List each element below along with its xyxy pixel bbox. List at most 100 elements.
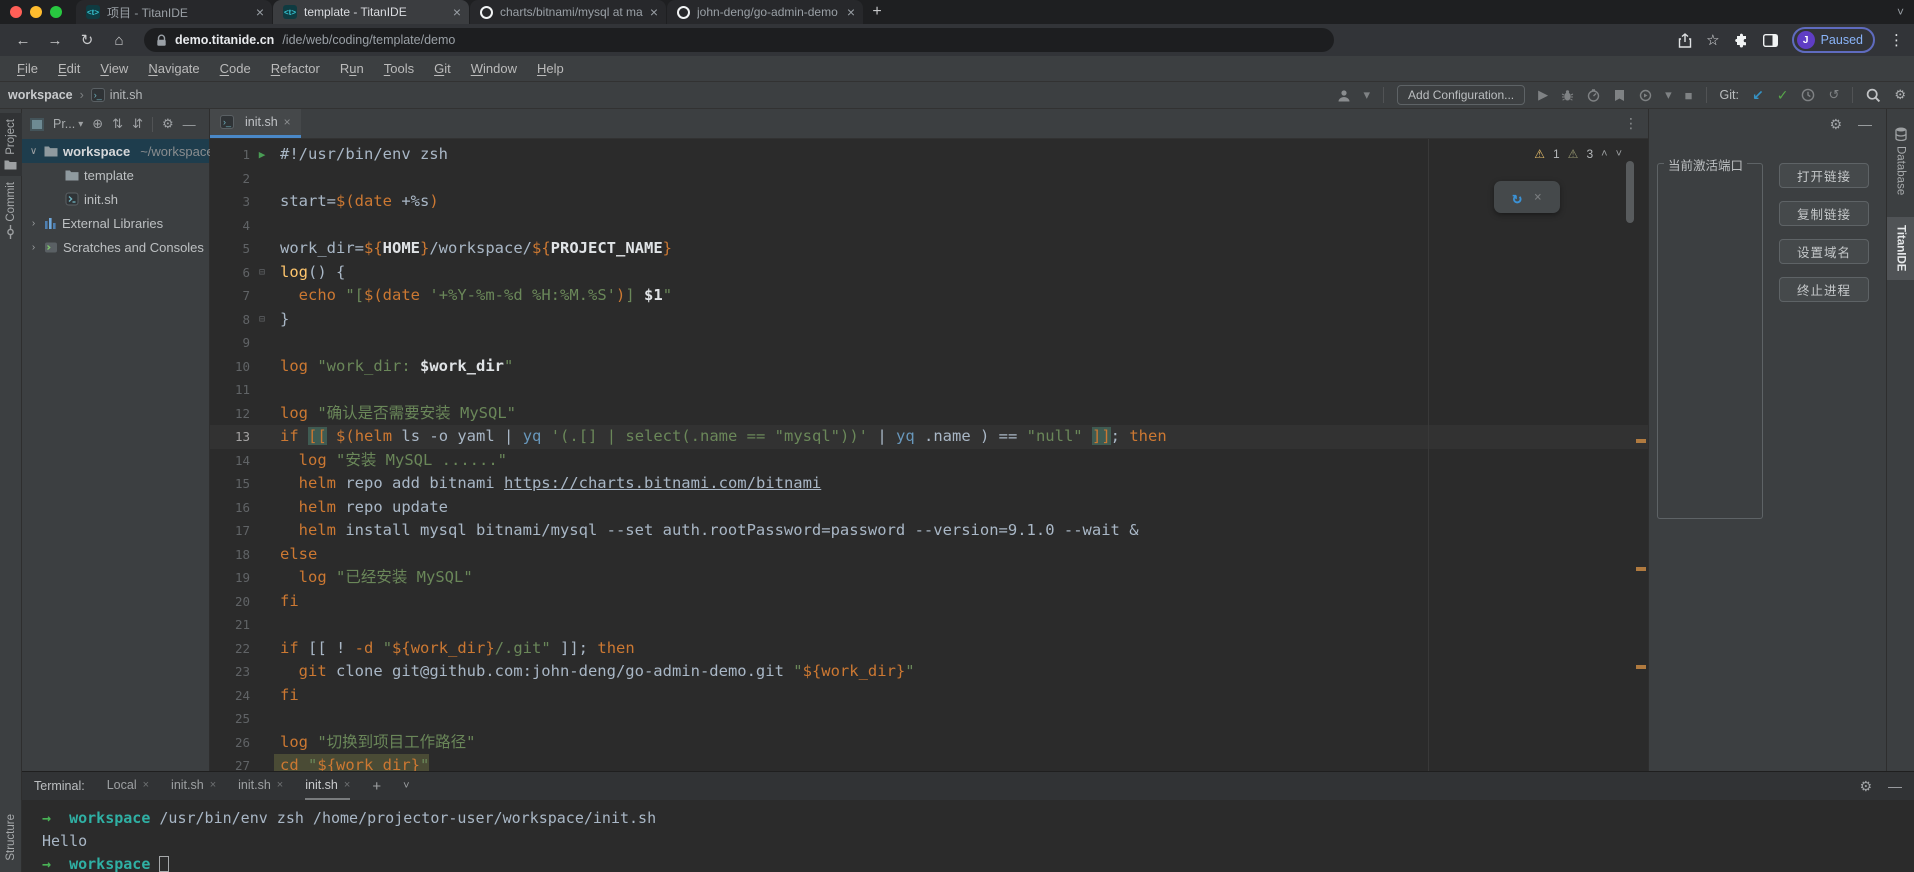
code-line[interactable]: 11: [210, 378, 1648, 402]
fold-icon[interactable]: ⊟: [250, 308, 274, 332]
breadcrumb-file[interactable]: init.sh: [110, 88, 143, 102]
code-line[interactable]: 25: [210, 707, 1648, 731]
add-configuration-button[interactable]: Add Configuration...: [1397, 85, 1525, 105]
code-line[interactable]: 1▶#!/usr/bin/env zsh: [210, 143, 1648, 167]
profiler-icon[interactable]: [1587, 89, 1600, 102]
code-line[interactable]: 12log "确认是否需要安装 MySQL": [210, 402, 1648, 426]
code-line[interactable]: 7 echo "[$(date '+%Y-%m-%d %H:%M.%S')] $…: [210, 284, 1648, 308]
code-line[interactable]: 20fi: [210, 590, 1648, 614]
tab-search-chevron-icon[interactable]: ˅: [1897, 0, 1904, 24]
prev-problem-icon[interactable]: ˄: [1601, 148, 1607, 160]
tree-item-workspace[interactable]: ∨workspace~/workspace: [22, 139, 209, 163]
copy-link-button[interactable]: 复制链接: [1779, 201, 1869, 226]
set-domain-button[interactable]: 设置域名: [1779, 239, 1869, 264]
tree-item-init-sh[interactable]: init.sh: [22, 187, 209, 211]
coverage-icon[interactable]: [1613, 89, 1626, 102]
code-line[interactable]: 4: [210, 214, 1648, 238]
kill-process-button[interactable]: 终止进程: [1779, 277, 1869, 302]
tab-close-icon[interactable]: ×: [453, 5, 461, 19]
tree-item-scratches-and-consoles[interactable]: ›Scratches and Consoles: [22, 235, 209, 259]
search-icon[interactable]: [1866, 88, 1881, 103]
code-line[interactable]: 19 log "已经安装 MySQL": [210, 566, 1648, 590]
hide-panel-icon[interactable]: —: [1888, 778, 1902, 795]
reload-file-popup[interactable]: ↻ ×: [1494, 181, 1560, 213]
reload-icon[interactable]: ↻: [74, 27, 100, 53]
terminal-tab-init-sh[interactable]: init.sh×: [305, 772, 350, 800]
tool-window-project[interactable]: Project: [0, 113, 22, 176]
code-line[interactable]: 2: [210, 167, 1648, 191]
browser-tab[interactable]: <t>template - TitanIDE×: [273, 0, 469, 24]
menu-item-window[interactable]: Window: [462, 59, 526, 78]
run-line-icon[interactable]: ▶: [250, 143, 274, 167]
code-line[interactable]: 24fi: [210, 684, 1648, 708]
locate-file-icon[interactable]: ⊕: [92, 116, 103, 132]
back-icon[interactable]: ←: [10, 27, 36, 53]
settings-gear-icon[interactable]: ⚙: [1859, 778, 1872, 795]
code-line[interactable]: 9: [210, 331, 1648, 355]
editor-tab-init-sh[interactable]: ›_ init.sh ×: [210, 109, 301, 138]
error-stripe-mark[interactable]: [1636, 665, 1646, 669]
close-icon[interactable]: ×: [1534, 190, 1542, 205]
extensions-icon[interactable]: [1734, 33, 1749, 48]
stop-icon[interactable]: ■: [1685, 88, 1693, 103]
browser-tab[interactable]: john-deng/go-admin-demo×: [667, 0, 863, 24]
tab-close-icon[interactable]: ×: [847, 5, 855, 19]
editor-tab-options-icon[interactable]: ⋮: [1624, 115, 1648, 138]
collapse-all-icon[interactable]: ⇵: [132, 116, 143, 132]
profile-chip[interactable]: J Paused: [1792, 27, 1875, 53]
new-terminal-icon[interactable]: +: [372, 778, 381, 795]
code-line[interactable]: 26log "切换到项目工作路径": [210, 731, 1648, 755]
code-line[interactable]: 22if [[ ! -d "${work_dir}/.git" ]]; then: [210, 637, 1648, 661]
menu-item-edit[interactable]: Edit: [49, 59, 89, 78]
menu-item-run[interactable]: Run: [331, 59, 373, 78]
share-icon[interactable]: [1678, 33, 1692, 48]
code-line[interactable]: 18else: [210, 543, 1648, 567]
chevron-right-icon[interactable]: ›: [28, 218, 39, 229]
tool-window-database[interactable]: Database: [1887, 119, 1914, 203]
window-close-icon[interactable]: [10, 6, 22, 18]
tool-window-commit[interactable]: Commit: [0, 176, 22, 246]
code-line[interactable]: 17 helm install mysql bitnami/mysql --se…: [210, 519, 1648, 543]
git-history-clock-icon[interactable]: [1801, 88, 1815, 102]
hide-panel-icon[interactable]: —: [1858, 116, 1872, 132]
chevron-right-icon[interactable]: ›: [28, 242, 39, 253]
browser-tab[interactable]: charts/bitnami/mysql at maste×: [470, 0, 666, 24]
menu-item-navigate[interactable]: Navigate: [139, 59, 208, 78]
code-line[interactable]: 21: [210, 613, 1648, 637]
debug-icon[interactable]: [1561, 89, 1574, 102]
menu-item-code[interactable]: Code: [211, 59, 260, 78]
bookmark-star-icon[interactable]: ☆: [1706, 31, 1719, 49]
user-icon[interactable]: [1337, 89, 1351, 102]
menu-item-help[interactable]: Help: [528, 59, 573, 78]
code-line[interactable]: 16 helm repo update: [210, 496, 1648, 520]
code-line[interactable]: 5work_dir=${HOME}/workspace/${PROJECT_NA…: [210, 237, 1648, 261]
terminal-tab-init-sh[interactable]: init.sh×: [238, 772, 283, 800]
code-line[interactable]: 8⊟}: [210, 308, 1648, 332]
settings-gear-icon[interactable]: ⚙: [1894, 87, 1906, 103]
code-line[interactable]: 15 helm repo add bitnami https://charts.…: [210, 472, 1648, 496]
new-tab-button[interactable]: +: [864, 0, 890, 24]
code-line[interactable]: 14 log "安装 MySQL ......": [210, 449, 1648, 473]
fold-icon[interactable]: ⊟: [250, 261, 274, 285]
hide-panel-icon[interactable]: —: [183, 117, 196, 132]
side-panel-icon[interactable]: [1763, 34, 1778, 47]
menu-item-refactor[interactable]: Refactor: [262, 59, 329, 78]
inspection-widget[interactable]: ⚠1 ⚠3 ˄ ˅: [1534, 147, 1622, 161]
code-line[interactable]: 3start=$(date +%s): [210, 190, 1648, 214]
tree-item-template[interactable]: template: [22, 163, 209, 187]
run-options-caret-icon[interactable]: ▾: [1665, 87, 1672, 103]
browser-tab[interactable]: <t>项目 - TitanIDE×: [76, 0, 272, 24]
sync-icon[interactable]: ↻: [1512, 188, 1522, 207]
code-line[interactable]: 27cd "${work_dir}": [210, 754, 1648, 771]
next-problem-icon[interactable]: ˅: [1616, 148, 1622, 160]
window-minimize-icon[interactable]: [30, 6, 42, 18]
menu-item-file[interactable]: File: [8, 59, 47, 78]
tab-close-icon[interactable]: ×: [143, 779, 149, 791]
code-line[interactable]: 6⊟log() {: [210, 261, 1648, 285]
git-update-icon[interactable]: ↙: [1752, 87, 1764, 104]
window-maximize-icon[interactable]: [50, 6, 62, 18]
code-line[interactable]: 23 git clone git@github.com:john-deng/go…: [210, 660, 1648, 684]
error-stripe-mark[interactable]: [1636, 439, 1646, 443]
browser-menu-icon[interactable]: ⋮: [1889, 31, 1904, 49]
tab-close-icon[interactable]: ×: [256, 5, 264, 19]
